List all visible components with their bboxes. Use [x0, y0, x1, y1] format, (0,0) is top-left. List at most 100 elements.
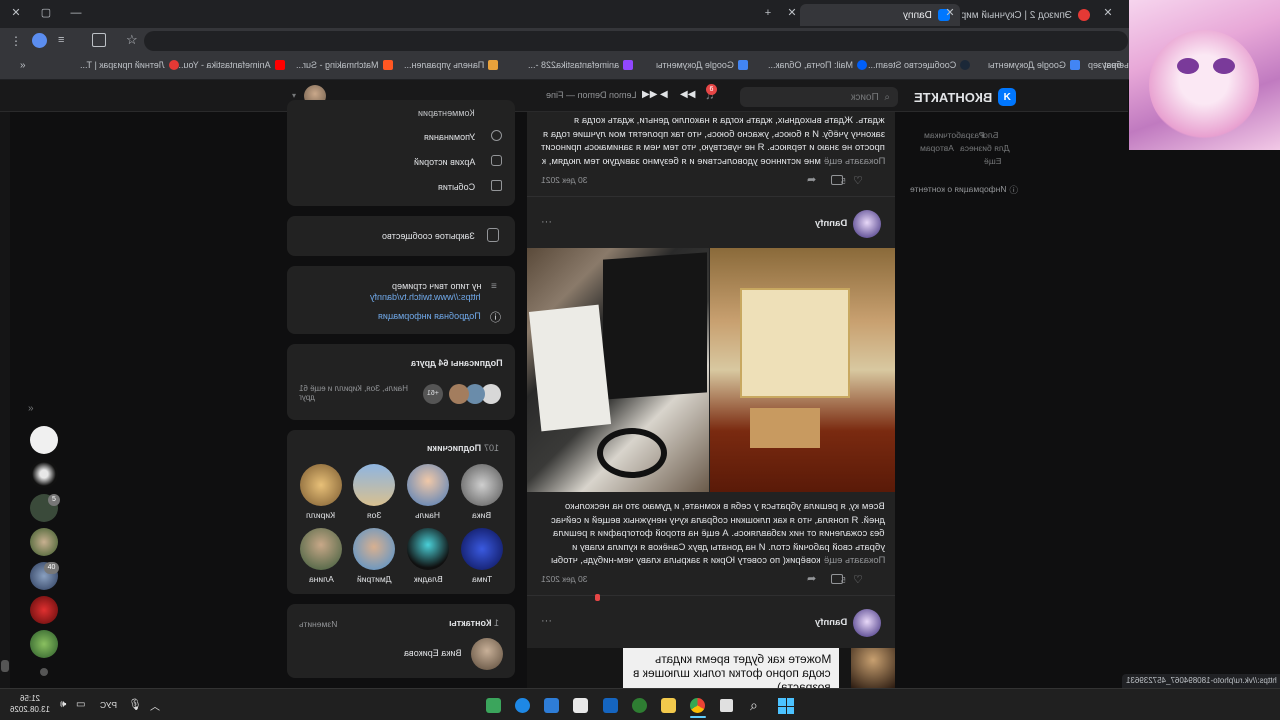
post-more-options-icon[interactable]: ···: [541, 615, 552, 627]
post-photo-strip[interactable]: Можете как будет время кидать сюда порно…: [527, 648, 895, 688]
like-icon[interactable]: ♡: [853, 174, 863, 187]
new-tab-icon[interactable]: +: [762, 7, 774, 19]
post-author-avatar[interactable]: [853, 210, 881, 238]
follower-name[interactable]: Наиль: [407, 510, 449, 520]
bookmarks-overflow-icon[interactable]: »: [20, 60, 26, 71]
follower-avatar[interactable]: [353, 464, 395, 506]
post-author-avatar[interactable]: [853, 609, 881, 637]
player-track-title[interactable]: Lemon Demon — Fine: [546, 90, 637, 100]
scrollbar-thumb[interactable]: [1, 660, 9, 672]
language-indicator[interactable]: РУС: [100, 700, 117, 710]
menu-item-stories-archive[interactable]: Архив историй: [414, 157, 475, 167]
tab-close-icon[interactable]: ✕: [944, 7, 956, 19]
expand-panel-icon[interactable]: »: [28, 403, 34, 414]
follower-avatar[interactable]: [300, 464, 342, 506]
discord-app-icon[interactable]: [486, 698, 501, 713]
follower-name[interactable]: Владик: [407, 574, 449, 584]
profile-icon[interactable]: [32, 33, 47, 48]
post-photo-room[interactable]: [710, 248, 895, 492]
menu-item-mentions[interactable]: Упоминания: [424, 132, 475, 142]
network-icon[interactable]: ▭: [76, 699, 85, 710]
bookmark-item[interactable]: Google Документы: [656, 60, 748, 70]
more-info-link[interactable]: Подробная информация: [378, 311, 481, 321]
footer-link[interactable]: Разработчикам: [924, 130, 984, 140]
follower-name[interactable]: Алина: [300, 574, 342, 584]
window-close-icon[interactable]: ✕: [10, 7, 22, 19]
tab-episode[interactable]: Эпизод 2 | Скучный мир, где...: [960, 4, 1100, 26]
bookmark-item[interactable]: Google Документы: [988, 60, 1080, 70]
more-friends-badge[interactable]: +61: [423, 384, 443, 404]
task-view-icon[interactable]: [720, 699, 733, 712]
explorer-app-icon[interactable]: [661, 698, 676, 713]
edge-app-icon[interactable]: [515, 698, 530, 713]
player-prev-icon[interactable]: ◀◀: [680, 89, 695, 100]
bookmark-item[interactable]: Matchmaking - Sur...: [296, 60, 393, 70]
follower-avatar[interactable]: [407, 528, 449, 570]
twitch-link[interactable]: https://www.twitch.tv/dannfy: [370, 292, 481, 302]
follower-name[interactable]: Дмитрий: [353, 574, 395, 584]
tab-danny[interactable]: Danny: [800, 4, 960, 26]
contact-name[interactable]: Вика Ерикова: [404, 648, 461, 658]
follower-avatar[interactable]: [461, 464, 503, 506]
follower-avatar[interactable]: [461, 528, 503, 570]
server-icon[interactable]: [30, 630, 58, 658]
vk-logo[interactable]: ВКОНТАКТЕ K: [914, 88, 1017, 106]
post-date[interactable]: 30 дек 2021: [541, 175, 588, 185]
window-minimize-icon[interactable]: —: [70, 7, 82, 19]
contact-avatar[interactable]: [471, 638, 503, 670]
speaker-icon[interactable]: 🕪: [60, 699, 66, 710]
tray-chevron-icon[interactable]: ︿: [150, 698, 160, 713]
post-author-name[interactable]: Dannfy: [815, 617, 847, 628]
chevron-down-icon[interactable]: ▾: [292, 91, 296, 100]
follower-name[interactable]: Кирилл: [300, 510, 342, 520]
dp-app-icon[interactable]: [544, 698, 559, 713]
reading-list-icon[interactable]: ≡: [58, 34, 70, 46]
windows-start-icon[interactable]: [778, 698, 794, 714]
address-bar[interactable]: [144, 31, 1128, 51]
player-next-icon[interactable]: ▶▶: [642, 89, 657, 100]
chrome-app-icon[interactable]: [690, 698, 705, 713]
store-app-icon[interactable]: [603, 698, 618, 713]
show-more-link[interactable]: Показать ещё: [824, 155, 885, 169]
server-icon[interactable]: [30, 596, 58, 624]
comment-icon[interactable]: [831, 574, 843, 584]
clock[interactable]: 21:56 13.08.2026: [10, 693, 50, 715]
like-icon[interactable]: ♡: [853, 573, 863, 586]
follower-name[interactable]: Вика: [461, 510, 503, 520]
follower-avatar[interactable]: [300, 528, 342, 570]
tab-close-icon[interactable]: ✕: [1102, 7, 1114, 19]
server-icon[interactable]: [30, 460, 58, 488]
follower-name[interactable]: Зоя: [353, 510, 395, 520]
bookmark-item[interactable]: Сообщество Steam...: [868, 60, 971, 70]
share-icon[interactable]: ➦: [807, 572, 816, 585]
post-photo-desk[interactable]: [527, 248, 709, 492]
bookmark-item[interactable]: Mail: Почта, Облак...: [768, 60, 867, 70]
paint-app-icon[interactable]: [573, 698, 588, 713]
server-icon[interactable]: [30, 528, 58, 556]
friend-avatar[interactable]: [449, 384, 469, 404]
content-info-link[interactable]: Информация о контенте ⓘ: [910, 184, 1018, 196]
bookmark-item[interactable]: animefantastika228 -...: [528, 60, 634, 70]
contacts-edit-link[interactable]: Изменить: [299, 619, 337, 629]
server-icon[interactable]: [30, 426, 58, 454]
search-icon[interactable]: ⌕: [750, 697, 758, 714]
extensions-icon[interactable]: [92, 33, 106, 47]
bookmark-item[interactable]: Летний призрак | Т...: [80, 60, 179, 70]
spotify-app-icon[interactable]: [632, 698, 647, 713]
footer-link[interactable]: Для бизнеса: [960, 143, 1010, 153]
comment-icon[interactable]: [831, 175, 843, 185]
subscriptions-title[interactable]: Подписаны 64 друга: [411, 358, 503, 368]
show-more-link[interactable]: Показать ещё: [824, 554, 885, 568]
menu-item-comments[interactable]: Комментарии: [418, 108, 475, 118]
followers-title[interactable]: Подписчики 107: [427, 443, 503, 453]
post-more-options-icon[interactable]: ···: [541, 216, 552, 228]
menu-item-events[interactable]: События: [438, 182, 475, 192]
player-play-icon[interactable]: ◀: [660, 89, 668, 100]
footer-link[interactable]: Ещё: [984, 156, 1001, 166]
tab-close-icon[interactable]: ✕: [786, 7, 798, 19]
share-icon[interactable]: ➦: [807, 173, 816, 186]
follower-avatar[interactable]: [353, 528, 395, 570]
bookmark-item[interactable]: erest: [1104, 60, 1124, 70]
search-input[interactable]: Поиск ⌕: [740, 87, 898, 107]
footer-link[interactable]: Авторам: [920, 143, 954, 153]
